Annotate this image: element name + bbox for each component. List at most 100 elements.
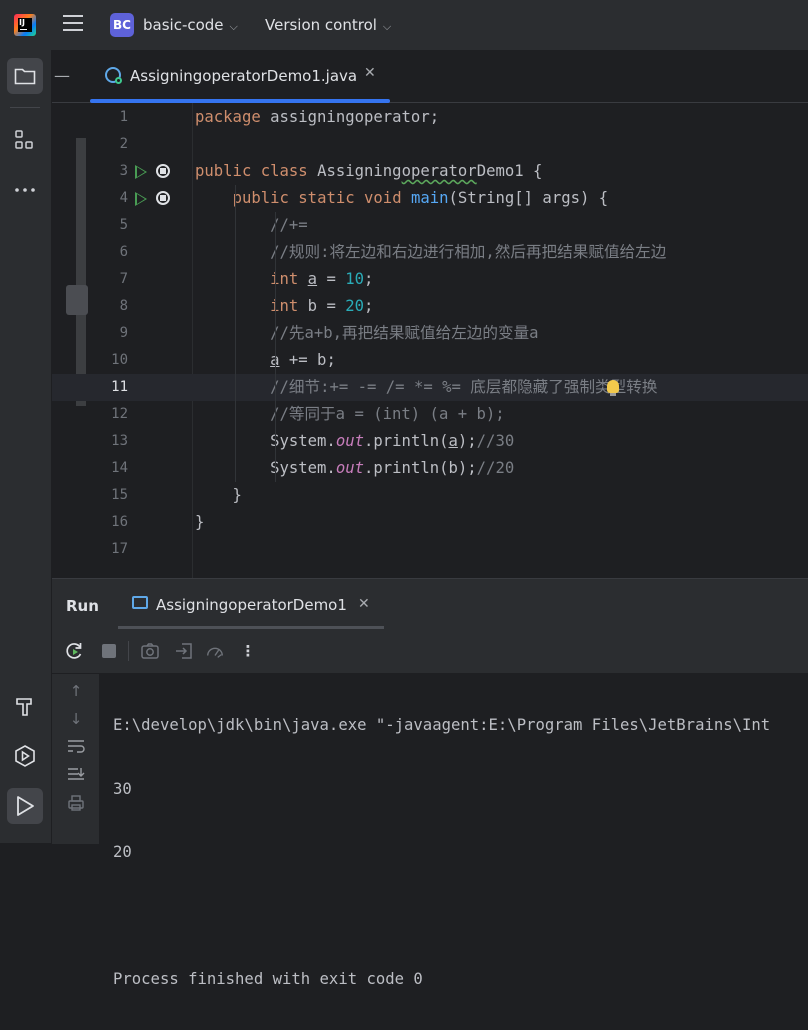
- services-tool-button[interactable]: [7, 738, 43, 774]
- soft-wrap-icon[interactable]: [66, 738, 86, 758]
- code-text: int a = 10;: [270, 270, 374, 288]
- folder-icon: [14, 68, 36, 85]
- title-bar: IJ BC basic-code ⌵ Version control ⌵: [0, 0, 808, 50]
- run-panel-header: Run AssigningoperatorDemo1 ✕: [52, 579, 808, 629]
- scroll-down-icon[interactable]: ↓: [66, 710, 86, 730]
- main-menu-icon[interactable]: [63, 15, 83, 35]
- rerun-button[interactable]: [64, 641, 84, 661]
- editor-tab[interactable]: AssigningoperatorDemo1.java ✕: [90, 50, 390, 103]
- more-actions-button[interactable]: ⋮: [238, 641, 258, 661]
- profiler-button[interactable]: [205, 641, 225, 661]
- code-line[interactable]: 16}: [52, 509, 808, 536]
- code-line[interactable]: 7 int a = 10;: [52, 266, 808, 293]
- code-line[interactable]: 5 //+=: [52, 212, 808, 239]
- code-line[interactable]: 8 int b = 20;: [52, 293, 808, 320]
- code-line[interactable]: 14 System.out.println(b);//20: [52, 455, 808, 482]
- scroll-to-end-icon[interactable]: [66, 766, 86, 786]
- vcs-label: Version control: [265, 16, 377, 34]
- line-number[interactable]: 14: [92, 455, 128, 482]
- indent-guide: [235, 185, 236, 482]
- structure-tool-button[interactable]: [7, 122, 43, 158]
- code-text: public class AssigningoperatorDemo1 {: [195, 162, 543, 180]
- line-number[interactable]: 3: [92, 158, 128, 185]
- line-number[interactable]: 15: [92, 482, 128, 509]
- code-line[interactable]: 4 public static void main(String[] args)…: [52, 185, 808, 212]
- intellij-logo-icon[interactable]: IJ: [14, 14, 36, 36]
- line-number[interactable]: 7: [92, 266, 128, 293]
- code-text: a += b;: [270, 351, 336, 369]
- screenshot-button[interactable]: [140, 641, 160, 661]
- console-line: E:\develop\jdk\bin\java.exe "-javaagent:…: [113, 716, 771, 734]
- console-line: Process finished with exit code 0: [113, 970, 423, 988]
- code-line[interactable]: 3 public class AssigningoperatorDemo1 {: [52, 158, 808, 185]
- chevron-down-icon: ⌵: [229, 20, 238, 33]
- code-line[interactable]: 11 //细节:+= -= /= *= %= 底层都隐藏了强制类型转换: [52, 374, 808, 401]
- divider: [10, 107, 40, 108]
- code-line[interactable]: 15 }: [52, 482, 808, 509]
- code-line[interactable]: 6 //规则:将左边和右边进行相加,然后再把结果赋值给左边: [52, 239, 808, 266]
- console-icon: [132, 596, 148, 609]
- debug-gutter-icon[interactable]: [156, 164, 170, 178]
- code-text: //规则:将左边和右边进行相加,然后再把结果赋值给左边: [270, 243, 667, 261]
- code-text: //+=: [270, 216, 308, 234]
- run-gutter-icon[interactable]: [135, 192, 147, 206]
- code-line[interactable]: 9 //先a+b,再把结果赋值给左边的变量a: [52, 320, 808, 347]
- line-number[interactable]: 1: [92, 104, 128, 131]
- run-config-label: AssigningoperatorDemo1: [156, 596, 347, 614]
- line-number[interactable]: 8: [92, 293, 128, 320]
- line-number[interactable]: 6: [92, 239, 128, 266]
- gauge-icon: [207, 647, 223, 658]
- line-number[interactable]: 13: [92, 428, 128, 455]
- more-vertical-icon: ⋮: [240, 642, 256, 660]
- run-config-tab[interactable]: AssigningoperatorDemo1 ✕: [118, 579, 384, 629]
- vcs-selector[interactable]: Version control ⌵: [265, 16, 391, 34]
- line-number[interactable]: 2: [92, 131, 128, 158]
- line-number[interactable]: 12: [92, 401, 128, 428]
- scroll-up-icon[interactable]: ↑: [66, 682, 86, 702]
- printer-icon: [68, 795, 84, 811]
- project-selector[interactable]: basic-code ⌵: [143, 16, 238, 34]
- code-line[interactable]: 13 System.out.println(a);//30: [52, 428, 808, 455]
- more-tools-button[interactable]: [7, 172, 43, 208]
- code-text: //先a+b,再把结果赋值给左边的变量a: [270, 324, 539, 342]
- code-text: public static void main(String[] args) {: [232, 189, 609, 207]
- code-line[interactable]: 2: [52, 131, 808, 158]
- code-line[interactable]: 12 //等同于a = (int) (a + b);: [52, 401, 808, 428]
- exit-button[interactable]: [174, 641, 194, 661]
- debug-gutter-icon[interactable]: [156, 191, 170, 205]
- services-icon: [15, 745, 35, 767]
- build-tool-button[interactable]: [7, 688, 43, 724]
- project-name: basic-code: [143, 16, 224, 34]
- intention-bulb-icon[interactable]: [607, 380, 619, 396]
- run-gutter-icon[interactable]: [135, 165, 147, 179]
- run-tool-button[interactable]: [7, 788, 43, 824]
- run-panel-title: Run: [66, 597, 99, 615]
- code-text: System.out.println(b);//20: [195, 459, 515, 477]
- line-number[interactable]: 16: [92, 509, 128, 536]
- code-editor[interactable]: 1 package assigningoperator; 2 3 public clas…: [52, 103, 808, 578]
- line-number[interactable]: 9: [92, 320, 128, 347]
- code-line[interactable]: 10 a += b;: [52, 347, 808, 374]
- line-number[interactable]: 4: [92, 185, 128, 212]
- project-badge[interactable]: BC: [110, 13, 134, 37]
- code-line[interactable]: 17: [52, 536, 808, 563]
- console-line: 30: [113, 779, 132, 798]
- divider: [128, 641, 129, 661]
- minimize-icon[interactable]: —: [54, 66, 70, 85]
- print-icon[interactable]: [66, 794, 86, 814]
- line-number[interactable]: 5: [92, 212, 128, 239]
- close-run-tab-icon[interactable]: ✕: [358, 596, 370, 612]
- stop-icon: [102, 644, 116, 658]
- left-toolbar: [0, 50, 52, 843]
- line-number[interactable]: 17: [92, 536, 128, 563]
- project-tool-button[interactable]: [7, 58, 43, 94]
- line-number[interactable]: 10: [92, 347, 128, 374]
- line-number[interactable]: 11: [92, 374, 128, 401]
- console-output[interactable]: E:\develop\jdk\bin\java.exe "-javaagent:…: [113, 676, 770, 1030]
- close-tab-icon[interactable]: ✕: [364, 65, 376, 81]
- run-panel: Run AssigningoperatorDemo1 ✕ ⋮ ↑ ↓ E:\de…: [52, 578, 808, 988]
- code-line[interactable]: 1 package assigningoperator;: [52, 104, 808, 131]
- code-text: //等同于a = (int) (a + b);: [270, 405, 505, 423]
- stop-button[interactable]: [99, 641, 119, 661]
